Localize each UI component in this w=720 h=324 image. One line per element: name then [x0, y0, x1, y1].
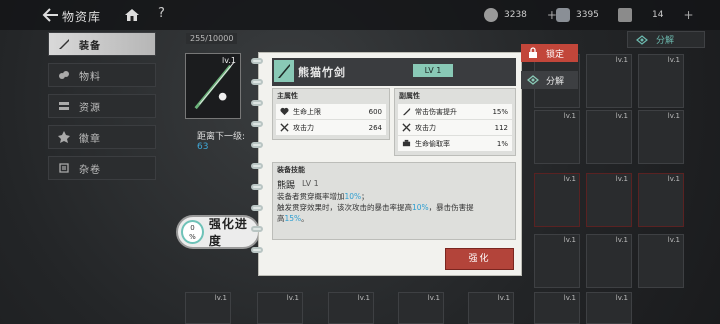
- decompose-button[interactable]: 分解: [521, 71, 578, 89]
- enhance-progress-badge: 0% 强化进度: [176, 215, 260, 249]
- inventory-item[interactable]: lv.1: [586, 54, 632, 108]
- sidebar-item-scroll[interactable]: 杂卷: [48, 156, 156, 180]
- stat-row: 攻击力 112: [398, 120, 512, 135]
- decompose-icon: [527, 75, 539, 85]
- weapon-type-icon: [274, 60, 294, 82]
- page-title: 物资库: [62, 10, 102, 24]
- selected-item-slot[interactable]: lv.1: [185, 53, 241, 119]
- inventory-item[interactable]: lv.1: [586, 292, 632, 324]
- category-sidebar: 装备 物料 资源 徽章 杂卷: [48, 32, 156, 187]
- item-level-badge: LV 1: [413, 64, 453, 77]
- inventory-item[interactable]: lv.1: [638, 54, 684, 108]
- inventory-item[interactable]: lv.1: [534, 173, 580, 227]
- skill-name: 熊踢: [277, 181, 296, 191]
- binder-ring: [251, 247, 263, 253]
- inventory-item[interactable]: lv.1: [586, 173, 632, 227]
- skill-level: LV 1: [302, 179, 319, 188]
- binder-ring: [251, 79, 263, 85]
- back-arrow-icon[interactable]: [42, 7, 60, 23]
- resources-icon: [59, 102, 69, 110]
- blade-icon: [402, 107, 411, 116]
- materials-icon: [59, 71, 69, 79]
- binder-ring: [251, 184, 263, 190]
- stat-row: 常击伤害提升 15%: [398, 104, 512, 119]
- swords-icon: [280, 123, 289, 132]
- top-bar: 物资库 ? 3238 + 3395 + 14 +: [0, 0, 720, 30]
- lock-icon: [529, 47, 537, 58]
- binder-ring: [251, 142, 263, 148]
- inventory-item[interactable]: lv.1: [257, 292, 303, 324]
- binder-ring: [251, 100, 263, 106]
- help-icon[interactable]: ?: [158, 6, 165, 21]
- badge-icon: [58, 131, 70, 143]
- skill-description: 装备者贯穿概率增加10%； 触发贯穿效果时，该次攻击的暴击率提高10%，暴击伤害…: [277, 192, 474, 223]
- inventory-item[interactable]: lv.1: [534, 292, 580, 324]
- eye-icon: [636, 34, 648, 45]
- add-ticket-button[interactable]: +: [683, 8, 693, 22]
- sidebar-item-materials[interactable]: 物料: [48, 63, 156, 87]
- item-name: 熊猫竹剑: [298, 66, 346, 79]
- enhance-progress-percent: 0%: [181, 220, 204, 244]
- inventory-item[interactable]: lv.1: [638, 173, 684, 227]
- main-stats-box: 主属性 生命上限 600 攻击力 264: [272, 88, 390, 140]
- sidebar-item-badge[interactable]: 徽章: [48, 125, 156, 149]
- equipment-icon: [59, 39, 69, 49]
- inventory-item[interactable]: lv.1: [468, 292, 514, 324]
- main-stats-title: 主属性: [277, 92, 298, 100]
- inventory-item[interactable]: lv.1: [534, 110, 580, 164]
- inventory-item[interactable]: lv.1: [534, 234, 580, 288]
- binder-ring: [251, 121, 263, 127]
- inventory-item[interactable]: lv.1: [638, 110, 684, 164]
- gear-coin-icon: [484, 8, 498, 22]
- lock-button[interactable]: 锁定: [521, 44, 578, 62]
- skill-title: 装备技能: [277, 166, 305, 174]
- inventory-item[interactable]: lv.1: [638, 234, 684, 288]
- drain-icon: [402, 139, 411, 147]
- crystal-icon: [556, 8, 570, 22]
- enhance-button[interactable]: 强化: [445, 248, 514, 270]
- sub-stats-title: 副属性: [399, 92, 420, 100]
- inventory-item[interactable]: lv.1: [185, 292, 231, 324]
- sub-stats-box: 副属性 常击伤害提升 15% 攻击力 112 生命偷取率 1%: [394, 88, 516, 156]
- binder-ring: [251, 163, 263, 169]
- swords-icon: [402, 123, 411, 132]
- stat-row: 生命偷取率 1%: [398, 136, 512, 151]
- batch-decompose-button[interactable]: 分解: [627, 31, 705, 48]
- scroll-icon: [59, 163, 69, 173]
- heart-icon: [280, 107, 289, 116]
- binder-ring: [251, 58, 263, 64]
- binder-ring: [251, 226, 263, 232]
- inventory-item[interactable]: lv.1: [398, 292, 444, 324]
- next-level-value: 63: [197, 142, 209, 152]
- sidebar-item-resources[interactable]: 资源: [48, 94, 156, 118]
- ticket-icon: [618, 8, 632, 22]
- resource-ticket: 14 +: [618, 6, 694, 24]
- inventory-item[interactable]: lv.1: [328, 292, 374, 324]
- resource-gear-coin: 3238 +: [484, 6, 557, 24]
- inventory-item[interactable]: lv.1: [586, 110, 632, 164]
- binder-ring: [251, 205, 263, 211]
- home-icon[interactable]: [124, 7, 140, 23]
- stat-row: 生命上限 600: [276, 104, 386, 119]
- sidebar-item-equipment[interactable]: 装备: [48, 32, 156, 56]
- inventory-item[interactable]: lv.1: [586, 234, 632, 288]
- stat-row: 攻击力 264: [276, 120, 386, 135]
- next-level-label: 距离下一级:: [197, 132, 246, 142]
- inventory-capacity: 255/10000: [186, 33, 238, 44]
- enhance-progress-label: 强化进度: [208, 217, 248, 248]
